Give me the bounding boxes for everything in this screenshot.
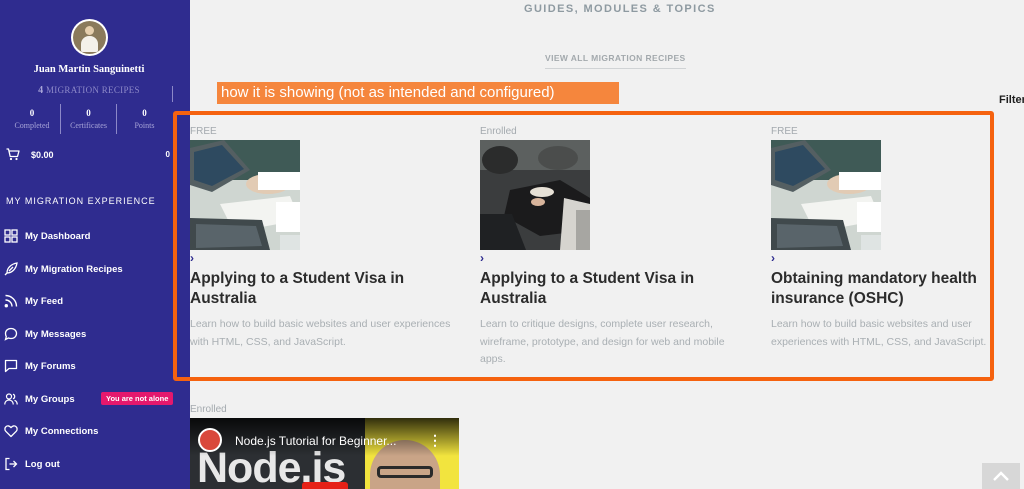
course-title[interactable]: Applying to a Student Visa in Australia — [190, 269, 460, 308]
scroll-to-top-button[interactable] — [982, 463, 1020, 489]
stat-label: Completed — [14, 121, 50, 130]
cart-icon — [6, 148, 20, 161]
section-title: GUIDES, MODULES & TOPICS — [524, 3, 716, 15]
nav-item-groups[interactable]: My Groups You are not alone — [4, 390, 184, 410]
course-title[interactable]: Applying to a Student Visa in Australia — [480, 269, 750, 308]
stat-value: 0 — [86, 108, 91, 118]
user-name[interactable]: Juan Martin Sanguinetti — [0, 64, 178, 75]
nav-item-migration-recipes[interactable]: My Migration Recipes — [4, 260, 184, 280]
nav-label: My Feed — [25, 296, 64, 307]
play-button-icon[interactable] — [302, 482, 348, 489]
nav-label: My Groups — [25, 394, 75, 405]
nav-item-dashboard[interactable]: My Dashboard — [4, 227, 184, 247]
course-description: Learn how to build basic websites and us… — [190, 318, 451, 348]
chevron-right-icon[interactable]: › — [771, 251, 775, 265]
divider — [172, 86, 173, 102]
course-card[interactable]: FREE › Obtaining mandatory health insura… — [771, 126, 999, 366]
grid-icon — [4, 229, 18, 243]
course-card[interactable]: Enrolled › Applying to a Student Visa in… — [480, 126, 750, 366]
nav-label: My Migration Recipes — [25, 264, 123, 275]
nav-label: Log out — [25, 459, 60, 470]
stat-value: 0 — [142, 108, 147, 118]
cart-amount: $0.00 — [31, 150, 54, 160]
nav-item-logout[interactable]: Log out — [4, 455, 184, 475]
stat-completed: 0 Completed — [4, 104, 60, 134]
course-card[interactable]: FREE › Applying to a Student Visa in Aus… — [190, 126, 460, 366]
nav-label: My Messages — [25, 329, 87, 340]
nav-item-forums[interactable]: My Forums — [4, 357, 184, 377]
video-thumbnail[interactable]: Node.js Node.js Tutorial for Beginner...… — [190, 418, 459, 489]
course-description: Learn how to build basic websites and us… — [771, 318, 987, 348]
view-all-recipes-link[interactable]: VIEW ALL MIGRATION RECIPES — [545, 53, 686, 69]
nav-item-feed[interactable]: My Feed — [4, 292, 184, 312]
migration-recipes-count: 4 MIGRATION RECIPES — [0, 85, 178, 96]
cart-count: 0 — [165, 150, 170, 159]
channel-avatar-icon[interactable] — [198, 428, 222, 452]
rss-icon — [4, 294, 18, 308]
course-tag: Enrolled — [190, 404, 227, 415]
users-icon — [4, 393, 18, 405]
nav-item-messages[interactable]: My Messages — [4, 325, 184, 345]
stat-label: Points — [134, 121, 155, 130]
nav-label: My Dashboard — [25, 231, 91, 242]
course-description: Learn to critique designs, complete user… — [480, 318, 725, 365]
avatar-head — [85, 26, 94, 35]
forum-icon — [4, 359, 18, 373]
nav-item-connections[interactable]: My Connections — [4, 422, 184, 442]
course-thumbnail[interactable] — [480, 140, 590, 250]
nav-label: My Forums — [25, 361, 76, 372]
nav-label: My Connections — [25, 426, 99, 437]
course-title[interactable]: Obtaining mandatory health insurance (OS… — [771, 269, 1011, 308]
chat-bubble-icon — [4, 327, 18, 341]
stat-value: 0 — [29, 108, 35, 118]
course-thumbnail[interactable] — [771, 140, 881, 250]
stat-certificates: 0 Certificates — [60, 104, 116, 134]
stat-points: 0 Points — [116, 104, 172, 134]
avatar-torso — [81, 36, 98, 52]
course-tag: FREE — [190, 126, 217, 137]
filter-label[interactable]: Filter — [999, 94, 1024, 106]
sidebar: Juan Martin Sanguinetti 4 MIGRATION RECI… — [0, 0, 190, 489]
video-title[interactable]: Node.js Tutorial for Beginner... — [235, 434, 396, 448]
chevron-up-icon — [993, 471, 1009, 481]
annotation-label: how it is showing (not as intended and c… — [217, 82, 619, 104]
video-presenter-glasses — [377, 466, 433, 478]
chevron-right-icon[interactable]: › — [190, 251, 194, 265]
stat-label: Certificates — [70, 121, 107, 130]
heart-icon — [4, 425, 18, 438]
user-stats: 0 Completed 0 Certificates 0 Points — [4, 104, 174, 134]
avatar[interactable] — [71, 19, 108, 56]
recipes-count-number: 4 — [38, 85, 44, 96]
chevron-right-icon[interactable]: › — [480, 251, 484, 265]
logout-icon — [5, 457, 18, 471]
section-heading: MY MIGRATION EXPERIENCE — [6, 196, 156, 206]
course-thumbnail[interactable] — [190, 140, 300, 250]
course-tag: FREE — [771, 126, 798, 137]
rocket-icon — [4, 262, 18, 276]
recipes-count-label: MIGRATION RECIPES — [46, 85, 140, 95]
groups-badge: You are not alone — [101, 392, 174, 405]
cart-summary[interactable]: $0.00 0 — [6, 147, 170, 163]
more-options-icon[interactable]: ⋮ — [428, 432, 442, 449]
course-tag: Enrolled — [480, 126, 517, 137]
